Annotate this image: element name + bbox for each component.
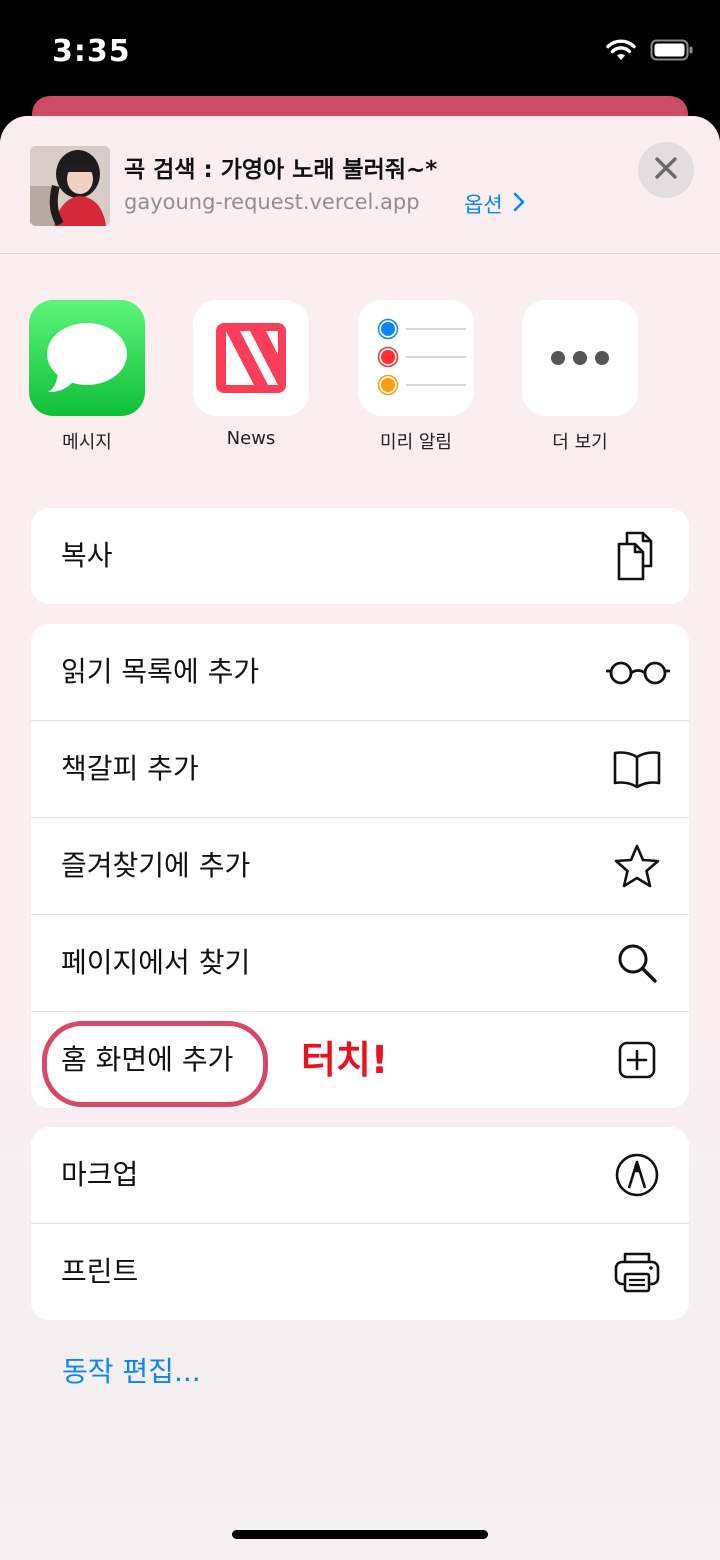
app-news[interactable]: News <box>193 300 309 449</box>
options-label: 옵션 <box>464 193 503 217</box>
app-label: 더 보기 <box>552 432 608 453</box>
action-add-reading-list[interactable]: 읽기 목록에 추가 <box>31 624 689 721</box>
action-label: 홈 화면에 추가 <box>61 1043 234 1076</box>
action-label: 페이지에서 찾기 <box>61 946 251 979</box>
app-more[interactable]: 더 보기 <box>522 300 638 454</box>
action-group-extras: 마크업 프린트 <box>31 1127 689 1320</box>
book-icon <box>611 745 663 793</box>
action-label: 책갈피 추가 <box>61 752 199 785</box>
glasses-icon <box>605 648 671 696</box>
action-add-bookmark[interactable]: 책갈피 추가 <box>31 721 689 818</box>
action-find-on-page[interactable]: 페이지에서 찾기 <box>31 915 689 1012</box>
action-label: 읽기 목록에 추가 <box>61 655 260 688</box>
share-apps-row: 메시지 News 미리 알림 더 보기 <box>0 300 720 460</box>
action-group-copy: 복사 <box>31 508 689 604</box>
close-button[interactable] <box>638 142 694 198</box>
page-title: 곡 검색 : 가영아 노래 불러줘~* <box>124 157 438 183</box>
action-label: 복사 <box>61 539 113 572</box>
home-indicator <box>232 1530 488 1539</box>
status-bar: 3:35 <box>0 0 720 100</box>
app-label: News <box>226 428 276 449</box>
add-square-icon <box>611 1036 663 1084</box>
page-url: gayoung-request.vercel.app <box>124 190 420 214</box>
action-add-favorites[interactable]: 즐겨찾기에 추가 <box>31 818 689 915</box>
wifi-icon <box>606 38 636 66</box>
action-markup[interactable]: 마크업 <box>31 1127 689 1224</box>
battery-icon <box>650 38 694 66</box>
options-link[interactable]: 옵션 <box>464 189 525 219</box>
share-sheet: 곡 검색 : 가영아 노래 불러줘~* gayoung-request.verc… <box>0 116 720 1560</box>
share-header: 곡 검색 : 가영아 노래 불러줘~* gayoung-request.verc… <box>0 116 720 254</box>
more-icon <box>522 300 638 416</box>
reminders-icon <box>358 300 474 416</box>
search-icon <box>611 939 663 987</box>
action-print[interactable]: 프린트 <box>31 1224 689 1320</box>
app-messages[interactable]: 메시지 <box>29 300 145 454</box>
app-label: 미리 알림 <box>380 432 452 453</box>
copy-icon <box>611 531 663 581</box>
printer-icon <box>611 1248 663 1296</box>
messages-icon <box>29 300 145 416</box>
action-add-to-home-screen[interactable]: 홈 화면에 추가 터치! <box>31 1012 689 1108</box>
markup-icon <box>611 1151 663 1199</box>
close-icon <box>655 157 677 183</box>
action-copy[interactable]: 복사 <box>31 508 689 604</box>
action-label: 프린트 <box>61 1255 139 1288</box>
news-icon <box>193 300 309 416</box>
star-icon <box>611 842 663 890</box>
chevron-right-icon <box>513 192 525 217</box>
action-label: 마크업 <box>61 1158 139 1191</box>
status-time: 3:35 <box>52 34 131 69</box>
touch-annotation: 터치! <box>301 1038 389 1082</box>
action-label: 즐겨찾기에 추가 <box>61 849 251 882</box>
app-label: 메시지 <box>62 432 112 453</box>
page-thumbnail <box>30 146 110 226</box>
status-icons <box>606 38 694 66</box>
edit-actions-link[interactable]: 동작 편집... <box>62 1350 201 1390</box>
action-group-page: 읽기 목록에 추가 책갈피 추가 즐겨찾기에 추가 페이지에서 찾기 홈 화면에… <box>31 624 689 1108</box>
app-reminders[interactable]: 미리 알림 <box>358 300 474 454</box>
